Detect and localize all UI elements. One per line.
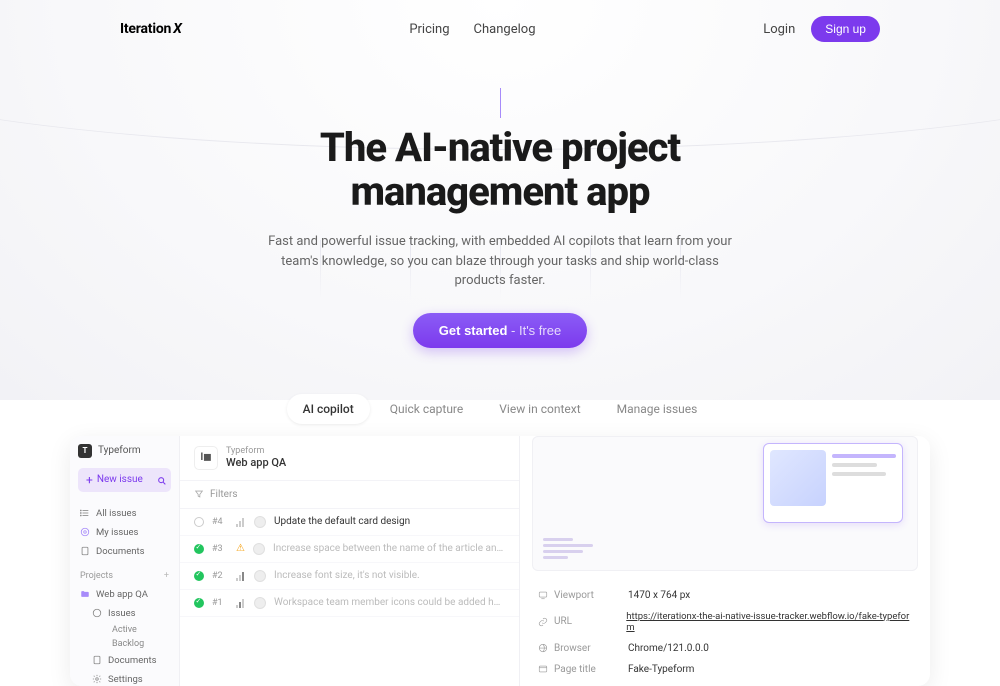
status-done-icon: [194, 544, 204, 554]
priority-icon: [236, 517, 246, 527]
meta-pagetitle: Page title Fake-Typeform: [538, 659, 912, 680]
issues-icon: [92, 608, 102, 618]
preview-image: [770, 450, 826, 506]
meta-viewport: Viewport 1470 x 764 px: [538, 585, 912, 606]
monitor-icon: [538, 590, 548, 600]
sidebar-all-issues[interactable]: All issues: [78, 504, 171, 523]
workspace-icon: T: [78, 444, 92, 458]
login-link[interactable]: Login: [763, 22, 795, 37]
project-icon: I◼: [194, 446, 218, 470]
project-title: Web app QA: [226, 456, 286, 469]
preview-thumb: [543, 538, 593, 562]
search-button[interactable]: [153, 472, 171, 490]
window-icon: [538, 664, 548, 674]
plus-icon: +: [86, 473, 93, 487]
issue-id: #1: [212, 598, 228, 608]
sidebar-backlog[interactable]: Backlog: [90, 637, 171, 651]
issue-title: Workspace team member icons could be add…: [274, 597, 505, 608]
tab-ai-copilot[interactable]: AI copilot: [287, 394, 370, 424]
filter-icon: [194, 489, 204, 499]
screenshot-preview: [532, 436, 918, 571]
status-done-icon: [194, 571, 204, 581]
folder-icon: [80, 589, 90, 599]
sidebar-project-webapp[interactable]: Web app QA: [78, 585, 171, 604]
assignee-avatar: [254, 597, 266, 609]
logo[interactable]: IterationX: [120, 21, 182, 37]
sidebar-documents[interactable]: Documents: [78, 542, 171, 561]
gear-icon: [92, 674, 102, 684]
sidebar-issues[interactable]: Issues: [90, 604, 171, 623]
document-icon: [92, 655, 102, 665]
assignee-avatar: [253, 543, 265, 555]
list-icon: [80, 508, 90, 518]
issue-row[interactable]: #4 Update the default card design: [180, 509, 519, 536]
assignee-avatar: [254, 570, 266, 582]
issue-row[interactable]: #3 ⚠ Increase space between the name of …: [180, 536, 519, 563]
issue-row[interactable]: #1 Workspace team member icons could be …: [180, 590, 519, 617]
target-icon: [80, 527, 90, 537]
link-icon: [538, 617, 548, 627]
meta-browser: Browser Chrome/121.0.0.0: [538, 638, 912, 659]
add-project-icon[interactable]: +: [164, 571, 169, 581]
priority-warn-icon: ⚠: [236, 543, 245, 554]
workspace-name: Typeform: [98, 445, 141, 456]
document-icon: [80, 546, 90, 556]
tab-quick-capture[interactable]: Quick capture: [374, 394, 480, 424]
sidebar-my-issues[interactable]: My issues: [78, 523, 171, 542]
project-org: Typeform: [226, 446, 286, 456]
workspace-switcher[interactable]: T Typeform: [78, 444, 171, 458]
project-header: I◼ Typeform Web app QA: [180, 436, 519, 481]
priority-icon: [236, 571, 246, 581]
get-started-button[interactable]: Get started - It's free: [413, 313, 587, 348]
projects-section-header: Projects +: [80, 571, 169, 581]
accent-line: [500, 88, 501, 118]
signup-button[interactable]: Sign up: [811, 16, 880, 42]
nav-pricing[interactable]: Pricing: [409, 22, 449, 37]
assignee-avatar: [254, 516, 266, 528]
issue-title: Increase space between the name of the a…: [273, 543, 505, 554]
issue-title: Update the default card design: [274, 516, 505, 527]
hero-subtitle: Fast and powerful issue tracking, with e…: [260, 232, 740, 291]
hero-title: The AI-native projectmanagement app: [0, 126, 1000, 214]
issue-id: #2: [212, 571, 228, 581]
preview-card: [763, 443, 903, 523]
sidebar-proj-documents[interactable]: Documents: [90, 651, 171, 670]
priority-icon: [236, 598, 246, 608]
sidebar-settings[interactable]: Settings: [90, 670, 171, 686]
issue-row[interactable]: #2 Increase font size, it's not visible.: [180, 563, 519, 590]
issue-title: Increase font size, it's not visible.: [274, 570, 505, 581]
meta-url[interactable]: URL https://iterationx-the-ai-native-iss…: [538, 606, 912, 638]
app-preview: T Typeform + New issue All issues My iss…: [70, 436, 930, 686]
issue-id: #3: [212, 544, 228, 554]
status-done-icon: [194, 598, 204, 608]
tab-manage-issues[interactable]: Manage issues: [601, 394, 714, 424]
status-todo-icon: [194, 517, 204, 527]
search-icon: [157, 476, 167, 486]
tab-view-context[interactable]: View in context: [483, 394, 596, 424]
issue-id: #4: [212, 517, 228, 527]
nav-changelog[interactable]: Changelog: [474, 22, 536, 37]
filters-button[interactable]: Filters: [180, 481, 519, 509]
sidebar-active[interactable]: Active: [90, 623, 171, 637]
globe-icon: [538, 643, 548, 653]
